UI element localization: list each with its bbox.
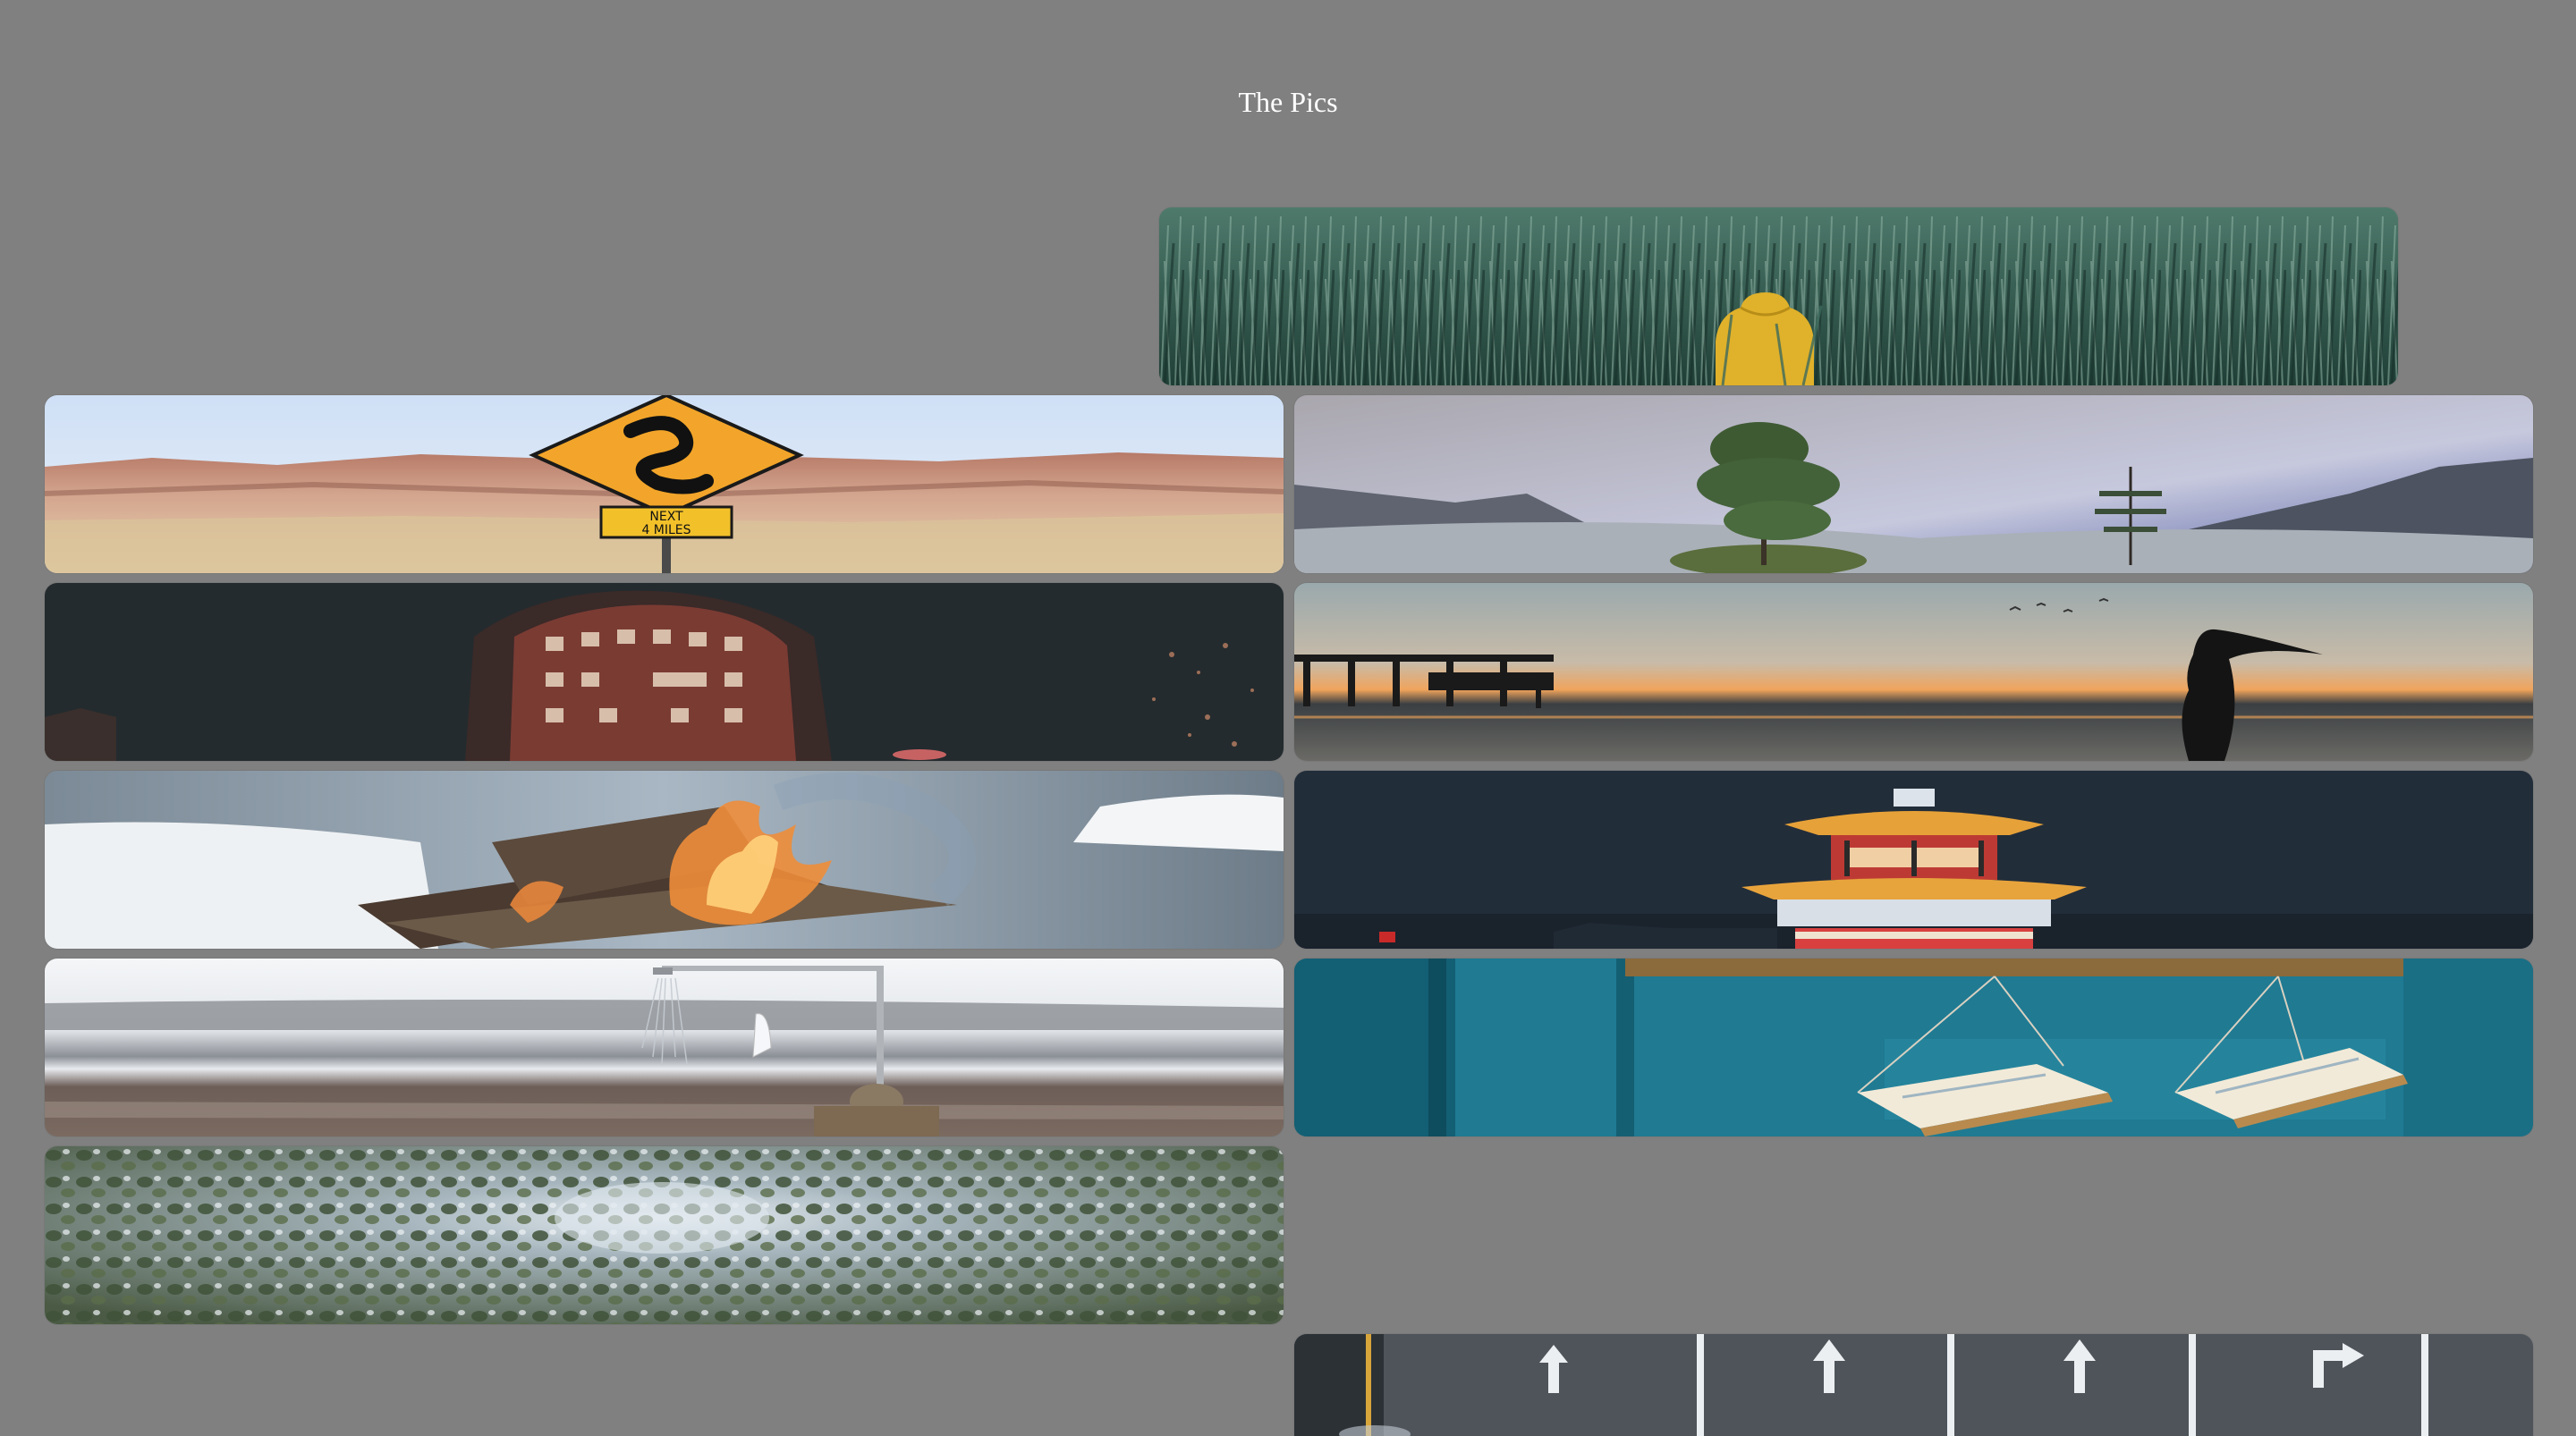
sunset-beach-picture <box>1294 583 2533 761</box>
mountain-trees-picture <box>1294 395 2533 573</box>
sign-line-2: 4 MILES <box>641 523 691 537</box>
hanging-books-picture <box>1294 959 2533 1136</box>
gallery-image-hanging-books[interactable] <box>1294 959 2533 1136</box>
campfire-picture <box>45 771 1284 949</box>
gallery-image-mountain-trees[interactable] <box>1294 395 2533 573</box>
page-title: The Pics <box>1238 86 1338 118</box>
night-building-picture <box>45 583 1284 761</box>
gallery-image-pagoda[interactable] <box>1294 771 2533 949</box>
sign-line-1: NEXT <box>649 510 683 524</box>
gallery-image-grass-person[interactable] <box>1159 207 2398 385</box>
gallery-image-sunset-beach[interactable] <box>1294 583 2533 761</box>
grass-person-picture <box>1159 207 2398 385</box>
gallery-image-parking-lot[interactable] <box>1294 1334 2533 1436</box>
gallery-image-night-building[interactable] <box>45 583 1284 761</box>
gallery-image-campfire[interactable] <box>45 771 1284 949</box>
gallery-image-forest-aerial[interactable] <box>45 1146 1284 1324</box>
desert-sign-picture: NEXT 4 MILES <box>45 395 1284 573</box>
gallery-page: The Pics NEXT 4 MILES <box>0 0 2576 1436</box>
forest-aerial-picture <box>45 1146 1284 1324</box>
snow-shower-picture <box>45 959 1284 1136</box>
parking-lot-picture <box>1294 1334 2533 1436</box>
gallery-image-desert-sign[interactable]: NEXT 4 MILES <box>45 395 1284 573</box>
gallery-image-snow-shower[interactable] <box>45 959 1284 1136</box>
pagoda-picture <box>1294 771 2533 949</box>
